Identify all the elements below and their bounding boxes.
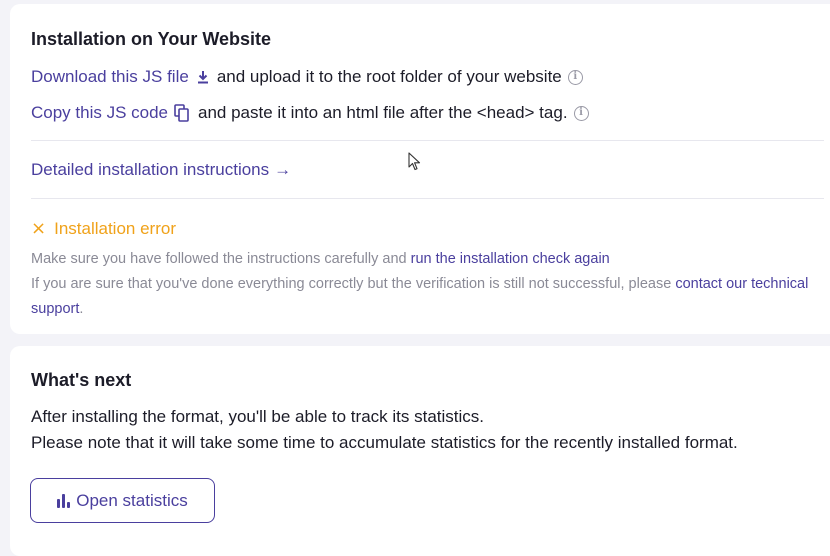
installation-instructions-link[interactable]: Detailed installation instructions bbox=[31, 160, 269, 180]
copy-js-link[interactable]: Copy this JS code bbox=[31, 103, 168, 123]
whats-next-title: What's next bbox=[31, 370, 132, 390]
download-icon[interactable] bbox=[197, 70, 209, 84]
download-instruction-text: and upload it to the root folder of your… bbox=[216, 67, 562, 86]
error-label: Installation error bbox=[54, 218, 176, 238]
mouse-cursor-icon bbox=[408, 152, 422, 177]
download-row: Download this JS file and upload it to t… bbox=[31, 67, 583, 87]
info-icon[interactable]: i bbox=[567, 69, 583, 85]
open-statistics-button[interactable]: Open statistics bbox=[30, 478, 215, 523]
divider bbox=[31, 198, 824, 199]
whats-next-line-2: Please note that it will take some time … bbox=[31, 433, 738, 452]
installation-error-status: × Installation error bbox=[31, 218, 176, 239]
recheck-installation-link[interactable]: run the installation check again bbox=[411, 251, 610, 267]
download-js-link[interactable]: Download this JS file bbox=[31, 67, 189, 87]
divider bbox=[31, 140, 824, 141]
copy-instruction-text: and paste it into an html file after the… bbox=[198, 103, 568, 122]
arrow-right-icon[interactable]: → bbox=[274, 160, 291, 180]
bar-chart-icon bbox=[57, 493, 71, 508]
copy-icon[interactable] bbox=[174, 104, 190, 122]
help-text-2-end: . bbox=[79, 301, 84, 317]
installation-title: Installation on Your Website bbox=[31, 29, 272, 49]
open-statistics-label: Open statistics bbox=[76, 490, 188, 510]
copy-row: Copy this JS code and paste it into an h… bbox=[31, 103, 589, 123]
help-text-2-body: If you are sure that you've done everyth… bbox=[31, 276, 672, 292]
help-text-1: Make sure you have followed the instruct… bbox=[31, 247, 821, 272]
instructions-row: Detailed installation instructions → bbox=[31, 160, 291, 180]
help-text-1-body: Make sure you have followed the instruct… bbox=[31, 251, 407, 267]
info-icon[interactable]: i bbox=[573, 105, 589, 121]
whats-next-card: What's next After installing the format,… bbox=[10, 346, 830, 556]
close-icon: × bbox=[31, 218, 47, 239]
help-text-2: If you are sure that you've done everyth… bbox=[31, 272, 821, 322]
whats-next-line-1: After installing the format, you'll be a… bbox=[31, 407, 484, 426]
